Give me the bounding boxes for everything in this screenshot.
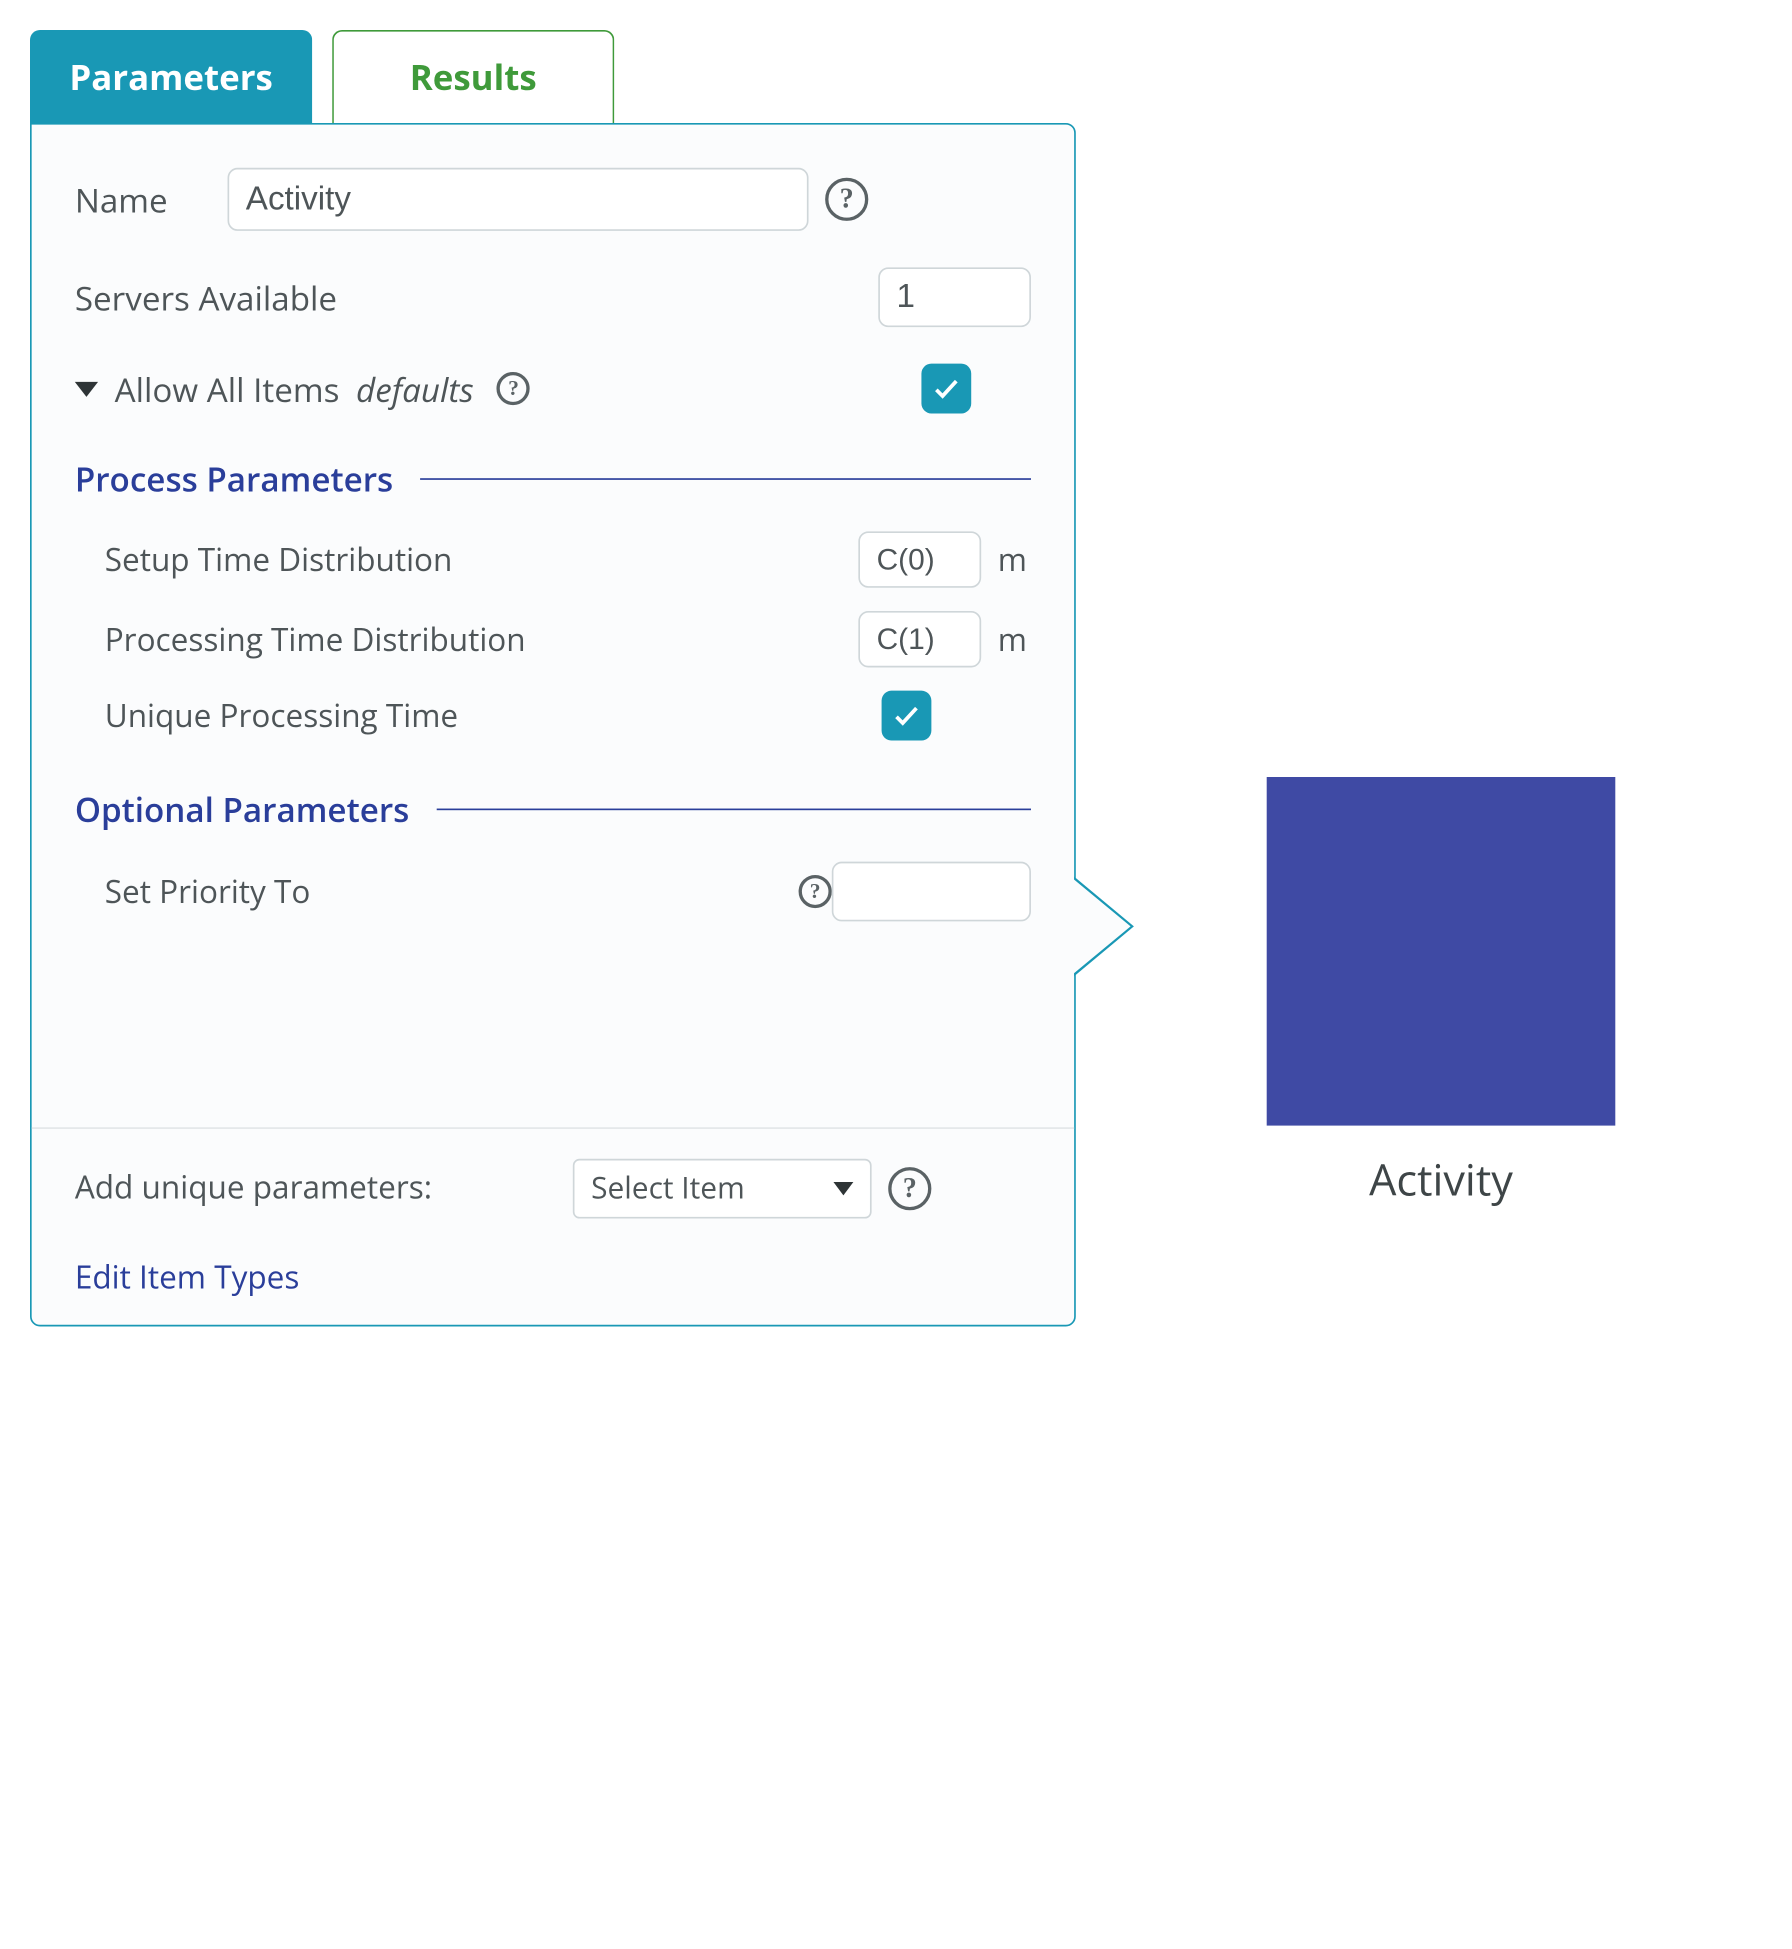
processing-time-label: Processing Time Distribution [105,618,859,661]
collapse-caret-icon[interactable] [75,381,98,396]
edit-item-types-link[interactable]: Edit Item Types [75,1255,300,1298]
set-priority-label: Set Priority To [105,870,786,913]
help-icon[interactable]: ? [825,178,868,221]
processing-time-unit: m [998,618,1031,661]
setup-time-label: Setup Time Distribution [105,538,859,581]
allow-all-items-checkbox[interactable] [921,364,971,414]
check-icon [931,374,961,404]
name-label: Name [75,177,228,222]
divider [420,478,1031,480]
unique-processing-time-label: Unique Processing Time [105,694,882,737]
allow-all-items-label: Allow All Items [115,366,340,411]
parameters-panel: Name ? Servers Available Allow All Items… [30,123,1076,1327]
process-parameters-heading: Process Parameters [75,457,393,502]
activity-node-label: Activity [1258,1149,1623,1209]
tab-results[interactable]: Results [332,30,614,125]
help-icon[interactable]: ? [888,1167,931,1210]
select-item-dropdown[interactable]: Select Item [573,1159,872,1219]
activity-node-shape [1267,777,1616,1126]
select-item-value: Select Item [591,1169,745,1209]
optional-parameters-heading: Optional Parameters [75,787,410,832]
tab-parameters[interactable]: Parameters [30,30,312,125]
divider [32,1127,1074,1129]
setup-time-unit: m [998,538,1031,581]
defaults-label: defaults [356,366,474,411]
divider [436,809,1031,811]
check-icon [892,701,922,731]
unique-processing-time-checkbox[interactable] [882,691,932,741]
activity-node[interactable]: Activity [1258,777,1623,1209]
help-icon[interactable]: ? [799,875,832,908]
processing-time-input[interactable] [858,611,981,667]
add-unique-parameters-label: Add unique parameters: [75,1167,573,1210]
servers-available-input[interactable] [878,267,1031,327]
panel-pointer-icon [1074,877,1134,977]
set-priority-input[interactable] [832,862,1031,922]
servers-available-label: Servers Available [75,275,878,320]
help-icon[interactable]: ? [497,372,530,405]
name-input[interactable] [228,168,809,231]
setup-time-input[interactable] [858,531,981,587]
chevron-down-icon [833,1182,853,1195]
